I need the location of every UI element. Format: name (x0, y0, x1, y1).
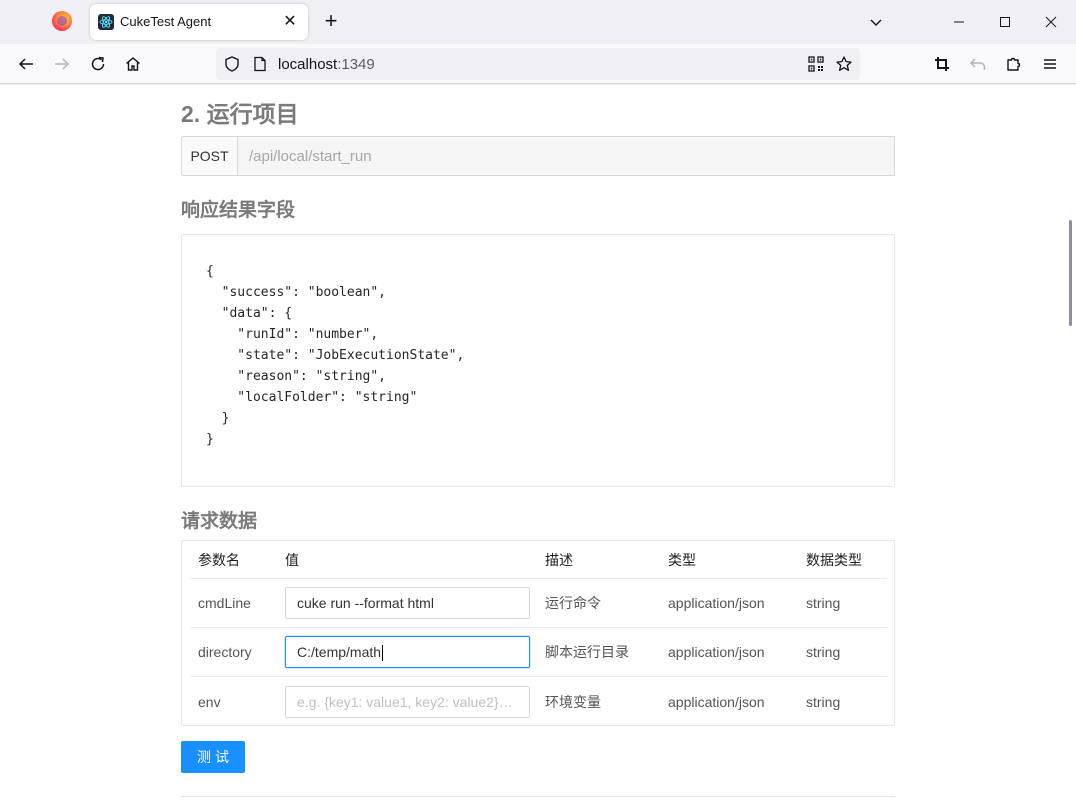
browser-tab-active[interactable]: CukeTest Agent ✕ (90, 4, 308, 40)
value-cell: C:/temp/math (285, 628, 530, 676)
param-name: cmdLine (198, 595, 251, 611)
header-param-name: 参数名 (198, 551, 240, 568)
param-content-type: application/json (668, 595, 765, 611)
window-minimize-icon[interactable] (936, 8, 982, 36)
address-bar[interactable]: localhost:1349 (216, 48, 860, 80)
param-description: 环境变量 (545, 693, 601, 710)
http-method-label: POST (182, 137, 238, 175)
reload-icon[interactable] (88, 54, 108, 74)
shield-icon[interactable] (222, 54, 242, 74)
text-caret (382, 645, 384, 662)
section-title: 2. 运行项目 (181, 101, 299, 127)
tab-close-icon[interactable]: ✕ (280, 12, 300, 32)
param-content-type: application/json (668, 644, 765, 660)
navigation-toolbar: localhost:1349 (0, 44, 1076, 84)
cmdline-input[interactable]: cuke run --format html (285, 587, 530, 619)
header-data-type: 数据类型 (806, 551, 862, 568)
header-content-type: 类型 (668, 551, 696, 568)
table-row: directory C:/temp/math 脚本运行目录 applicatio… (190, 628, 887, 677)
qr-code-icon[interactable] (806, 54, 826, 74)
window-close-icon[interactable] (1028, 8, 1074, 36)
param-name: directory (198, 644, 252, 660)
window-maximize-icon[interactable] (982, 8, 1028, 36)
param-data-type: string (806, 693, 841, 710)
request-params-table: 参数名 值 描述 类型 数据类型 cmdLine cuke run --form… (181, 540, 895, 726)
table-row: env e.g. {key1: value1, key2: value2}的j.… (190, 677, 887, 726)
response-schema-box: { "success": "boolean", "data": { "runId… (181, 234, 895, 487)
api-path: /api/local/start_run (249, 148, 372, 165)
url-text[interactable]: localhost:1349 (278, 56, 375, 73)
page-scrollbar[interactable] (1069, 220, 1072, 326)
header-description: 描述 (545, 551, 573, 568)
section-divider (181, 796, 895, 797)
tab-title: CukeTest Agent (120, 14, 212, 29)
tab-bar: CukeTest Agent ✕ + (0, 0, 1076, 44)
bookmark-star-icon[interactable] (834, 54, 854, 74)
value-cell: cuke run --format html (285, 579, 530, 627)
page-viewport: 2. 运行项目 POST /api/local/start_run 响应结果字段… (0, 85, 1076, 802)
param-description: 运行命令 (545, 595, 601, 611)
param-description: 脚本运行目录 (545, 644, 629, 660)
table-header-row: 参数名 值 描述 类型 数据类型 (190, 541, 887, 579)
chevron-down-icon[interactable] (866, 12, 886, 32)
react-favicon-icon (98, 14, 114, 30)
extensions-puzzle-icon[interactable] (1004, 54, 1024, 74)
param-name: env (198, 693, 221, 710)
param-data-type: string (806, 644, 841, 660)
new-tab-button[interactable]: + (320, 10, 342, 33)
firefox-logo-icon[interactable] (52, 11, 72, 31)
directory-input-text: C:/temp/math (297, 644, 382, 660)
page-info-icon[interactable] (250, 54, 270, 74)
directory-input[interactable]: C:/temp/math (285, 636, 530, 668)
param-data-type: string (806, 595, 841, 611)
api-endpoint-bar: POST /api/local/start_run (181, 136, 895, 176)
undo-icon[interactable] (968, 54, 988, 74)
url-host: localhost (278, 56, 338, 73)
value-cell: e.g. {key1: value1, key2: value2}的j... (285, 677, 530, 726)
url-port: :1349 (337, 56, 375, 73)
home-icon[interactable] (123, 54, 143, 74)
response-schema-code: { "success": "boolean", "data": { "runId… (206, 264, 465, 447)
forward-arrow-icon[interactable] (52, 54, 72, 74)
param-content-type: application/json (668, 693, 765, 710)
table-row: cmdLine cuke run --format html 运行命令 appl… (190, 579, 887, 628)
env-input[interactable]: e.g. {key1: value1, key2: value2}的j... (285, 685, 530, 718)
header-value: 值 (285, 551, 299, 568)
test-button[interactable]: 测试 (181, 741, 245, 773)
screenshot-crop-icon[interactable] (932, 54, 952, 74)
request-data-title: 请求数据 (181, 511, 258, 532)
response-fields-title: 响应结果字段 (181, 200, 296, 221)
back-arrow-icon[interactable] (16, 54, 36, 74)
hamburger-menu-icon[interactable] (1040, 54, 1060, 74)
